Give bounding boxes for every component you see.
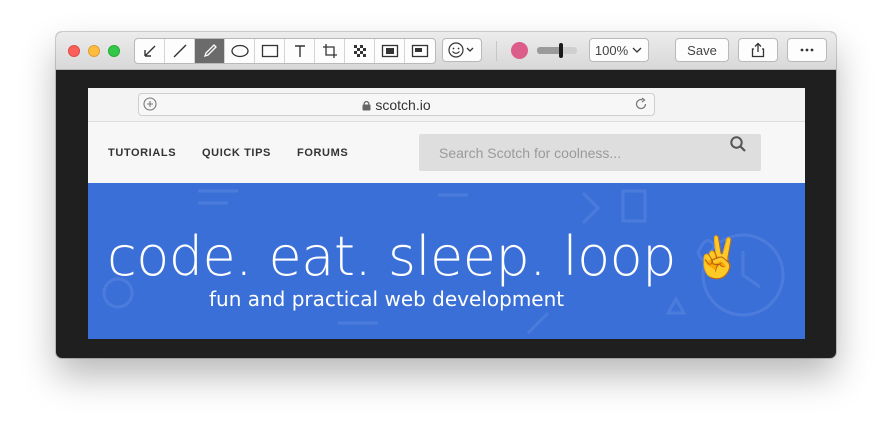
nav-tutorials[interactable]: TUTORIALS <box>108 147 176 159</box>
annotation-tools <box>134 38 436 64</box>
highlight-icon <box>381 44 398 58</box>
line-tool[interactable] <box>165 39 195 63</box>
site-navbar: TUTORIALS QUICK TIPS FORUMS Search Scotc… <box>88 122 805 183</box>
captured-webpage[interactable]: scotch.io TUTORIALS QUICK TIPS FORUMS Se… <box>88 88 805 339</box>
reload-icon[interactable] <box>634 97 648 111</box>
maximize-window-button[interactable] <box>108 45 120 57</box>
search-icon[interactable] <box>729 135 747 153</box>
more-icon <box>800 48 814 52</box>
browser-address-bar-area: scotch.io <box>88 88 805 122</box>
ellipse-icon <box>230 44 249 58</box>
close-window-button[interactable] <box>68 45 80 57</box>
share-button[interactable] <box>738 38 778 62</box>
highlight-tool[interactable] <box>375 39 405 63</box>
share-icon <box>751 42 765 58</box>
rectangle-tool[interactable] <box>255 39 285 63</box>
toolbar-divider <box>496 41 497 61</box>
toolbar: 100% Save <box>56 32 836 70</box>
magnify-icon <box>411 44 429 58</box>
arrow-tool[interactable] <box>135 39 165 63</box>
more-button[interactable] <box>787 38 827 62</box>
color-picker-button[interactable] <box>511 42 528 59</box>
address-bar[interactable]: scotch.io <box>138 93 655 116</box>
magnify-tool[interactable] <box>405 39 435 63</box>
emoji-picker-button[interactable] <box>442 38 482 62</box>
text-icon <box>294 45 305 57</box>
nav-quick-tips[interactable]: QUICK TIPS <box>202 147 271 159</box>
url-text: scotch.io <box>375 97 431 113</box>
arrow-icon <box>143 45 155 57</box>
pixelate-icon <box>353 45 366 57</box>
screenshot-editor-window: 100% Save scotch.io TUTORIALS QUICK TIPS… <box>56 32 836 358</box>
chevron-down-icon <box>632 47 642 53</box>
pen-tool[interactable] <box>195 39 225 63</box>
lock-icon <box>362 100 371 111</box>
rectangle-icon <box>261 44 278 58</box>
hero-subtitle: fun and practical web development <box>209 287 565 311</box>
url-display: scotch.io <box>139 97 654 113</box>
text-tool[interactable] <box>285 39 315 63</box>
hero-banner: code. eat. sleep. loop ✌ fun and practic… <box>88 183 805 339</box>
stroke-width-slider[interactable] <box>537 43 577 58</box>
pen-icon <box>203 44 217 58</box>
nav-forums[interactable]: FORUMS <box>297 147 348 159</box>
slider-fill <box>537 47 561 54</box>
peace-hand-icon: ✌ <box>692 235 743 281</box>
ellipse-tool[interactable] <box>225 39 255 63</box>
zoom-value: 100% <box>594 42 629 58</box>
crop-icon <box>322 44 337 58</box>
search-placeholder: Search Scotch for coolness... <box>439 145 622 161</box>
site-search-input[interactable]: Search Scotch for coolness... <box>419 134 761 171</box>
zoom-select[interactable]: 100% <box>589 38 649 62</box>
slider-knob[interactable] <box>559 43 563 58</box>
save-button[interactable]: Save <box>675 38 729 62</box>
hero-title-text: code. eat. sleep. loop <box>107 225 676 288</box>
minimize-window-button[interactable] <box>88 45 100 57</box>
smiley-icon <box>448 42 474 58</box>
pixelate-tool[interactable] <box>345 39 375 63</box>
line-icon <box>173 44 186 58</box>
crop-tool[interactable] <box>315 39 345 63</box>
hero-title: code. eat. sleep. loop ✌ <box>107 225 742 288</box>
